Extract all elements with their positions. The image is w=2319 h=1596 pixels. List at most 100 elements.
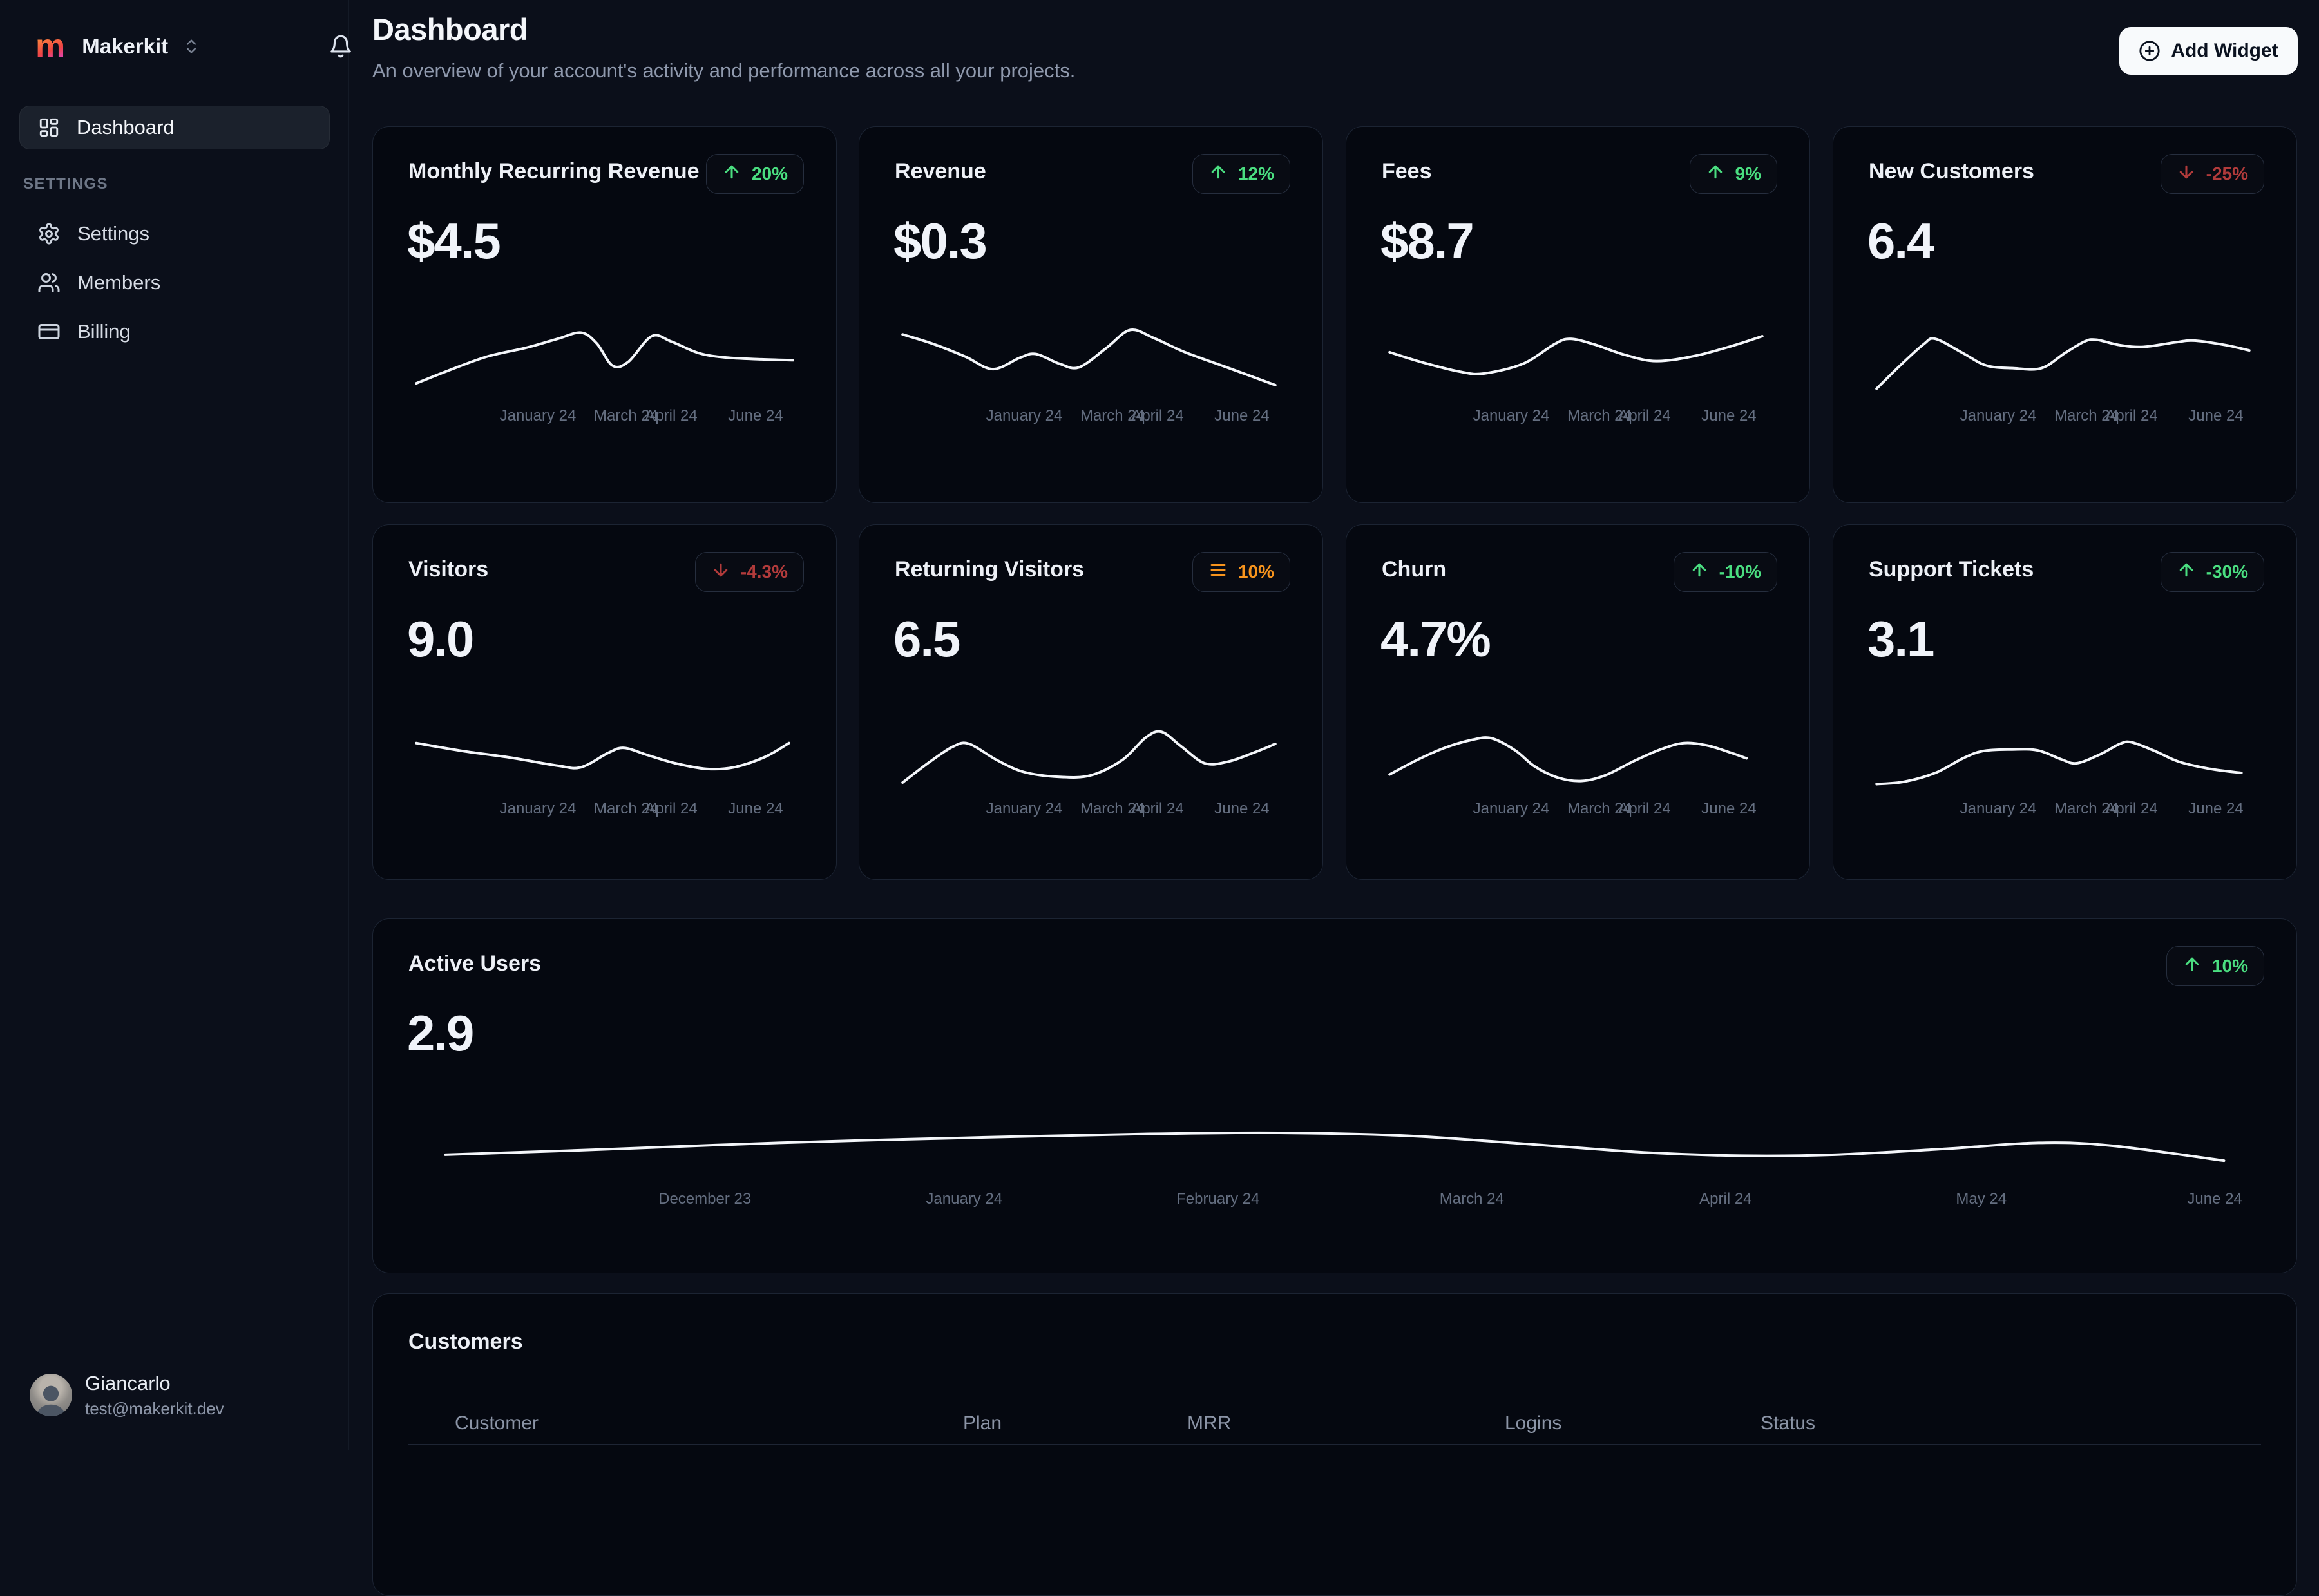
- axis-label: June 24: [1214, 800, 1270, 817]
- column-header-plan: Plan: [963, 1412, 1002, 1434]
- axis-label: January 24: [1473, 407, 1550, 424]
- notifications-bell-icon[interactable]: [329, 26, 353, 67]
- trend-badge: -10%: [1673, 552, 1777, 592]
- sidebar-item-dashboard[interactable]: Dashboard: [19, 106, 330, 149]
- metric-card-fees: Fees 9% $8.7 January 24 March 24 April 24 J…: [1346, 126, 1810, 503]
- sparkline-chart: January 24 March 24 April 24 June 24: [895, 310, 1287, 424]
- metric-card-visitors: Visitors -4.3% 9.0 January 24 March 24 Apr…: [372, 524, 837, 880]
- column-header-status: Status: [1761, 1412, 1816, 1434]
- x-axis-labels: January 24 March 24 April 24 June 24: [1869, 407, 2261, 428]
- sidebar: m Makerkit Dashboard SETTINGS Settings M…: [0, 0, 351, 1450]
- metric-value: 6.5: [893, 611, 960, 667]
- axis-label: April 24: [1131, 800, 1184, 817]
- arrow-up-icon: [2182, 955, 2202, 978]
- trend-badge: 10%: [1192, 552, 1290, 592]
- layout-dashboard-icon: [38, 117, 60, 138]
- axis-label: April 24: [645, 407, 698, 424]
- add-widget-button[interactable]: Add Widget: [2119, 27, 2298, 75]
- card-title: Visitors: [408, 557, 489, 582]
- card-title: Churn: [1382, 557, 1447, 582]
- x-axis-labels: January 24 March 24 April 24 June 24: [1869, 800, 2261, 821]
- sparkline-chart: January 24 March 24 April 24 June 24: [1382, 712, 1774, 817]
- sparkline-chart: January 24 March 24 April 24 June 24: [895, 712, 1287, 817]
- gear-icon: [37, 222, 61, 245]
- circle-plus-icon: [2139, 41, 2160, 61]
- card-title: Fees: [1382, 159, 1432, 184]
- sidebar-item-settings[interactable]: Settings: [19, 215, 330, 252]
- user-email: test@makerkit.dev: [85, 1398, 224, 1418]
- sparkline-chart: January 24 March 24 April 24 June 24: [1869, 310, 2261, 424]
- x-axis-labels: January 24 March 24 April 24 June 24: [1382, 800, 1774, 821]
- sidebar-item-label: Billing: [77, 320, 131, 343]
- axis-label: January 24: [1960, 800, 2037, 817]
- axis-label: January 24: [1960, 407, 2037, 424]
- axis-label: June 24: [1214, 407, 1270, 424]
- trend-badge: -4.3%: [694, 552, 804, 592]
- card-title: Returning Visitors: [895, 557, 1085, 582]
- chevrons-up-down-icon: [182, 37, 200, 55]
- axis-label: March 24: [1439, 1190, 1504, 1208]
- workspace-selector[interactable]: m Makerkit: [35, 26, 351, 67]
- arrow-down-icon: [2177, 162, 2196, 186]
- arrow-down-icon: [711, 560, 730, 584]
- sparkline-chart: January 24 March 24 April 24 June 24: [408, 310, 801, 424]
- axis-label: June 24: [2188, 800, 2244, 817]
- axis-label: January 24: [1473, 800, 1550, 817]
- trend-badge: 10%: [2166, 946, 2264, 986]
- card-title: Support Tickets: [1869, 557, 2034, 582]
- axis-label: April 24: [2105, 407, 2158, 424]
- metric-card-revenue: Revenue 12% $0.3 January 24 March 24 April…: [859, 126, 1323, 503]
- metric-value: 4.7%: [1380, 611, 1491, 667]
- axis-label: January 24: [499, 800, 577, 817]
- metric-value: 6.4: [1867, 213, 1934, 269]
- metric-value: 9.0: [407, 611, 474, 667]
- sidebar-item-members[interactable]: Members: [19, 264, 330, 301]
- axis-label: April 24: [1131, 407, 1184, 424]
- axis-label: June 24: [2187, 1190, 2242, 1208]
- axis-label: February 24: [1176, 1190, 1260, 1208]
- metric-card-churn: Churn -10% 4.7% January 24 March 24 April …: [1346, 524, 1810, 880]
- x-axis-labels: January 24 March 24 April 24 June 24: [408, 800, 801, 821]
- sidebar-item-label: Settings: [77, 222, 150, 245]
- avatar: [30, 1374, 72, 1416]
- trend-badge: 12%: [1192, 154, 1290, 194]
- trend-badge: -30%: [2160, 552, 2264, 592]
- sparkline-chart: January 24 March 24 April 24 June 24: [1869, 712, 2261, 817]
- axis-label: January 24: [926, 1190, 1003, 1208]
- metric-value: $4.5: [407, 213, 501, 269]
- metric-card-new-customers: New Customers -25% 6.4 January 24 March 2…: [1833, 126, 2297, 503]
- arrow-up-icon: [1706, 162, 1725, 186]
- credit-card-icon: [37, 320, 61, 343]
- sidebar-section-settings: SETTINGS: [23, 175, 109, 193]
- workspace-name: Makerkit: [82, 34, 169, 58]
- arrow-up-icon: [1690, 560, 1709, 584]
- arrow-up-icon: [722, 162, 741, 186]
- axis-label: April 24: [1618, 407, 1671, 424]
- page-subtitle: An overview of your account's activity a…: [372, 59, 1076, 82]
- axis-label: December 23: [658, 1190, 752, 1208]
- card-title: Revenue: [895, 159, 986, 184]
- menu-icon: [1208, 560, 1228, 584]
- sparkline-chart: December 23 January 24 February 24 March 24…: [408, 1083, 2261, 1208]
- sidebar-item-billing[interactable]: Billing: [19, 313, 330, 350]
- customers-table-header: Customer Plan MRR Logins Status: [408, 1402, 2261, 1445]
- user-profile[interactable]: Giancarlo test@makerkit.dev: [30, 1369, 329, 1421]
- x-axis-labels: January 24 March 24 April 24 June 24: [1382, 407, 1774, 428]
- trend-badge: -25%: [2160, 154, 2264, 194]
- card-title: New Customers: [1869, 159, 2034, 184]
- column-header-customer: Customer: [455, 1412, 539, 1434]
- customers-card: Customers Customer Plan MRR Logins Statu…: [372, 1293, 2297, 1596]
- axis-label: January 24: [986, 407, 1063, 424]
- axis-label: May 24: [1956, 1190, 2007, 1208]
- x-axis-labels: December 23 January 24 February 24 March 24…: [408, 1190, 2261, 1211]
- metric-card-support-tickets: Support Tickets -30% 3.1 January 24 March…: [1833, 524, 2297, 880]
- metric-value: $0.3: [893, 213, 988, 269]
- axis-label: April 24: [1699, 1190, 1752, 1208]
- axis-label: June 24: [2188, 407, 2244, 424]
- metric-value: 2.9: [407, 1005, 474, 1061]
- trend-badge: 9%: [1689, 154, 1777, 194]
- user-name: Giancarlo: [85, 1371, 171, 1394]
- dashboard-app: m Makerkit Dashboard SETTINGS Settings M…: [0, 0, 2319, 1596]
- metric-card-active-users: Active Users 10% 2.9 December 23 January …: [372, 918, 2297, 1273]
- metric-card-monthly-recurring-revenue: Monthly Recurring Revenue 20% $4.5 Janua…: [372, 126, 837, 503]
